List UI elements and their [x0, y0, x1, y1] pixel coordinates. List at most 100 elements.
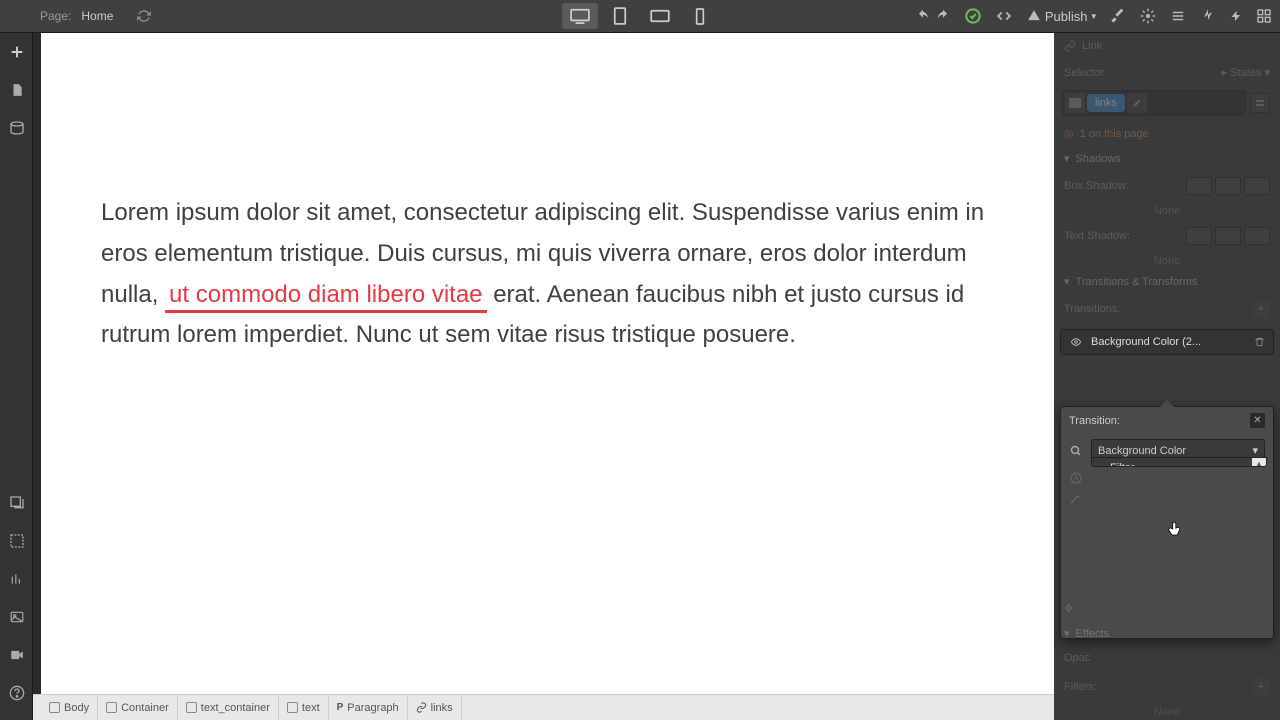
add-element-button[interactable]	[0, 33, 33, 71]
transitions-label: Transitions:	[1064, 303, 1120, 315]
cms-button[interactable]	[0, 109, 33, 147]
selector-row: links	[1054, 86, 1280, 120]
popover-title: Transition:	[1069, 415, 1120, 427]
text-shadow-none-label: None	[1054, 252, 1280, 270]
search-icon	[1069, 445, 1083, 457]
right-sidebar: Link Selector ▸ States ▾ links ◎ 1 on th…	[1054, 33, 1280, 720]
redo-icon[interactable]	[935, 9, 951, 23]
undo-icon[interactable]	[915, 9, 931, 23]
canvas-area: Lorem ipsum dolor sit amet, consectetur …	[33, 33, 1054, 694]
filters-row: Filters: +	[1054, 671, 1280, 703]
box-shadow-inner-button[interactable]	[1215, 177, 1241, 195]
select-value: Background Color	[1098, 445, 1186, 457]
popover-close-button[interactable]: ✕	[1250, 413, 1265, 428]
text-shadow-label: Text Shadow:	[1064, 230, 1130, 242]
transition-item[interactable]: Background Color (2...	[1060, 329, 1274, 355]
filters-label: Filters:	[1064, 681, 1097, 693]
transitions-section-head[interactable]: ▾ Transitions & Transforms	[1054, 270, 1280, 293]
add-transition-button[interactable]: +	[1252, 300, 1270, 318]
device-switcher	[562, 3, 718, 29]
help-button[interactable]	[0, 674, 33, 712]
link-icon	[416, 702, 427, 713]
popover-header: Transition: ✕	[1061, 407, 1273, 434]
breadcrumb-body[interactable]: Body	[41, 695, 98, 720]
transition-duration-row	[1061, 467, 1273, 489]
box-shadow-none-label: None	[1054, 202, 1280, 220]
opacity-row: Opac	[1054, 645, 1280, 671]
transitions-row: Transitions: +	[1054, 293, 1280, 325]
selector-label: Selector	[1064, 67, 1104, 79]
link-label: Link	[1082, 40, 1270, 52]
device-tablet-landscape-button[interactable]	[642, 3, 678, 29]
chevron-down-icon: ▾	[1252, 444, 1258, 457]
states-label[interactable]: States	[1230, 67, 1261, 79]
breadcrumb-text[interactable]: text	[279, 695, 329, 720]
brush-icon[interactable]	[1110, 8, 1126, 24]
link-icon	[1064, 40, 1076, 52]
on-page-count: ◎ 1 on this page	[1054, 120, 1280, 147]
breadcrumb-paragraph[interactable]: PParagraph	[329, 695, 408, 720]
transition-easing-row	[1061, 489, 1273, 511]
text-shadow-c-button[interactable]	[1244, 227, 1270, 245]
assets-button[interactable]	[0, 598, 33, 636]
transition-name: Background Color (2...	[1091, 336, 1246, 348]
page-name[interactable]: Home	[81, 9, 113, 23]
top-bar: Page: Home Pu	[0, 0, 1280, 33]
styled-link[interactable]: ut commodo diam libero vitae	[165, 281, 486, 313]
box-shadow-none-button[interactable]	[1244, 177, 1270, 195]
canvas-page[interactable]: Lorem ipsum dolor sit amet, consectetur …	[41, 33, 1046, 694]
selector-type-icon[interactable]	[1065, 93, 1085, 113]
box-shadow-row: Box Shadow:	[1054, 170, 1280, 202]
breadcrumb-text-container[interactable]: text_container	[178, 695, 279, 720]
selector-input[interactable]: links	[1062, 90, 1246, 116]
status-ok-icon[interactable]	[965, 8, 981, 24]
transition-popover: Transition: ✕ Background Color ▾ Filter …	[1060, 406, 1274, 639]
target-icon: ◎	[1064, 127, 1074, 140]
delete-transition-icon[interactable]	[1254, 336, 1265, 348]
edit-selector-icon[interactable]	[1127, 93, 1147, 113]
paragraph-text[interactable]: Lorem ipsum dolor sit amet, consectetur …	[41, 33, 1046, 356]
add-filter-button[interactable]: +	[1252, 678, 1270, 696]
device-desktop-button[interactable]	[562, 3, 598, 29]
pages-button[interactable]	[0, 71, 33, 109]
topbar-left: Page: Home	[0, 9, 151, 23]
dropdown-item-filter[interactable]: Filter	[1092, 458, 1252, 466]
symbols-button[interactable]	[0, 522, 33, 560]
filters-none-label: None	[1054, 703, 1280, 720]
video-button[interactable]	[0, 636, 33, 674]
opacity-label: Opac	[1064, 652, 1090, 664]
left-rail	[0, 33, 33, 720]
grid-icon[interactable]	[1256, 8, 1272, 24]
transition-property-row: Background Color ▾ Filter Flex Backgroun…	[1061, 434, 1273, 467]
box-shadow-label: Box Shadow:	[1064, 180, 1129, 192]
selector-menu-icon[interactable]	[1250, 93, 1270, 113]
breadcrumb-links[interactable]: links	[408, 695, 462, 720]
gear-icon[interactable]	[1140, 8, 1156, 24]
publish-button[interactable]: Publish ▾	[1027, 9, 1096, 24]
link-section: Link	[1054, 33, 1280, 59]
topbar-right: Publish ▾	[915, 8, 1272, 24]
canvas-scrollbar[interactable]	[1044, 33, 1054, 694]
code-icon[interactable]	[995, 9, 1013, 23]
text-shadow-b-button[interactable]	[1215, 227, 1241, 245]
audit-button[interactable]	[0, 560, 33, 598]
navigator-button[interactable]	[0, 484, 33, 522]
device-mobile-button[interactable]	[682, 3, 718, 29]
device-tablet-button[interactable]	[602, 3, 638, 29]
selector-class-pill[interactable]: links	[1087, 94, 1125, 112]
breadcrumb-container[interactable]: Container	[98, 695, 178, 720]
box-shadow-outer-button[interactable]	[1186, 177, 1212, 195]
refresh-icon[interactable]	[137, 9, 151, 23]
eye-icon[interactable]	[1069, 337, 1083, 347]
breadcrumb: Body Container text_container text PPara…	[33, 694, 1054, 720]
text-shadow-row: Text Shadow:	[1054, 220, 1280, 252]
scroll-up-arrow[interactable]: ▲	[1252, 458, 1266, 467]
text-shadow-a-button[interactable]	[1186, 227, 1212, 245]
dropdown-scrollbar[interactable]: ▲ ▼	[1252, 458, 1266, 466]
bolt-icon[interactable]	[1230, 8, 1242, 24]
list-icon[interactable]	[1170, 9, 1186, 23]
page-label: Page:	[40, 9, 71, 23]
easing-icon	[1069, 494, 1083, 506]
shadows-section-head[interactable]: ▾ Shadows	[1054, 147, 1280, 170]
interactions-icon[interactable]	[1200, 8, 1216, 24]
